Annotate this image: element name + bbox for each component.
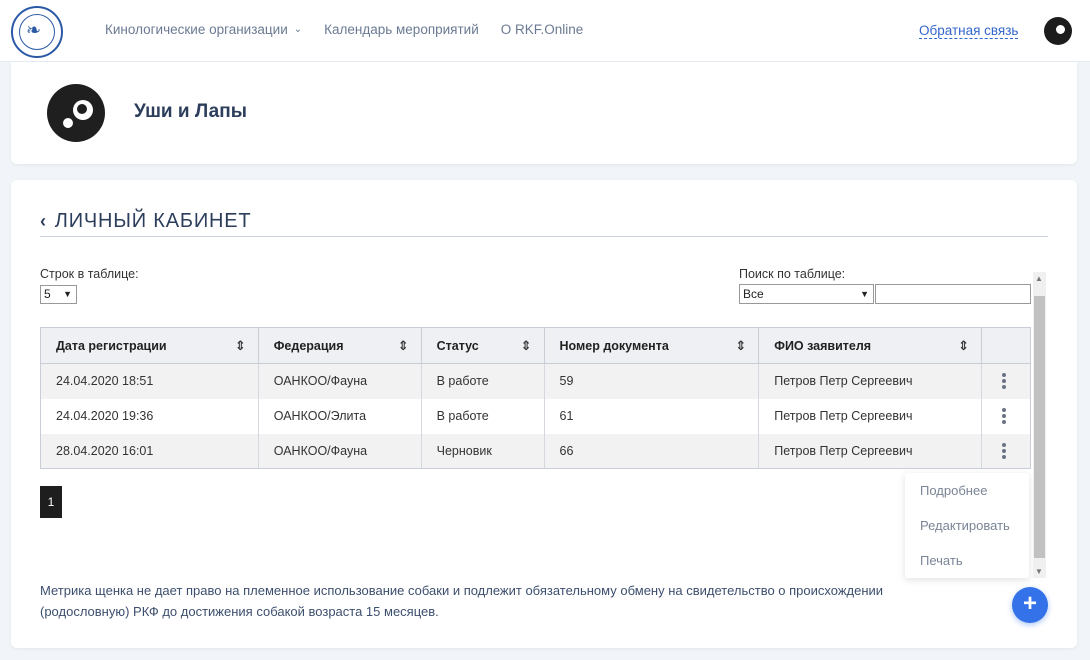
column-header-label: Номер документа: [559, 338, 669, 353]
cabinet-card: ‹ ЛИЧНЫЙ КАБИНЕТ Строк в таблице: 5 ▼ По…: [11, 180, 1077, 648]
column-header-federation[interactable]: Федерация ⇕: [257, 327, 422, 364]
menu-item-print[interactable]: Печать: [905, 543, 1029, 578]
cell-status: В работе: [420, 398, 545, 434]
column-header-actions: [981, 327, 1031, 364]
cell-document-number: 61: [543, 398, 759, 434]
table-search-input[interactable]: [875, 284, 1031, 304]
column-header-date[interactable]: Дата регистрации ⇕: [40, 327, 259, 364]
search-scope-select[interactable]: Все ▼: [739, 284, 874, 304]
kebab-icon[interactable]: [1002, 408, 1007, 424]
divider: [40, 236, 1048, 237]
profile-avatar: [47, 84, 105, 142]
cell-date: 24.04.2020 19:36: [40, 398, 259, 434]
nav-item-label: Календарь мероприятий: [324, 22, 479, 37]
scroll-down-arrow-icon[interactable]: ▼: [1035, 567, 1043, 576]
cell-applicant: Петров Петр Сергеевич: [758, 398, 982, 434]
row-context-menu: Подробнее Редактировать Печать: [905, 473, 1029, 578]
avatar-shape: [77, 104, 87, 114]
scroll-up-arrow-icon[interactable]: ▲: [1035, 274, 1043, 283]
cell-actions: [981, 433, 1031, 469]
cell-document-number: 66: [543, 433, 759, 469]
dropdown-arrow-icon: ▼: [63, 289, 72, 299]
scrollbar-thumb[interactable]: [1034, 296, 1045, 558]
cell-actions: [981, 363, 1031, 399]
user-avatar-icon[interactable]: [1044, 17, 1072, 45]
chevron-down-icon: ⌄: [293, 24, 303, 35]
profile-name: Уши и Лапы: [134, 101, 247, 122]
puppy-metric-note: Метрика щенка не дает право на племенное…: [40, 583, 884, 619]
table-row[interactable]: 24.04.2020 18:51 ОАНКОО/Фауна В работе 5…: [40, 363, 1031, 399]
cell-applicant: Петров Петр Сергеевич: [758, 433, 982, 469]
sort-icon[interactable]: ⇕: [958, 338, 969, 354]
profile-card: Уши и Лапы: [11, 62, 1077, 164]
cell-date: 24.04.2020 18:51: [40, 363, 259, 399]
logo-dog-icon: ❧: [26, 20, 42, 40]
nav-item-label: О RKF.Online: [500, 22, 584, 37]
rows-per-page-select[interactable]: 5 ▼: [40, 285, 77, 304]
top-navbar: ❧ Кинологические организации ⌄ Календарь…: [0, 0, 1090, 62]
table-row[interactable]: 28.04.2020 16:01 ОАНКОО/Фауна Черновик 6…: [40, 433, 1031, 469]
sort-icon[interactable]: ⇕: [398, 338, 409, 354]
menu-item-edit[interactable]: Редактировать: [905, 508, 1029, 543]
column-header-label: Дата регистрации: [56, 338, 167, 353]
table-search-label: Поиск по таблице:: [739, 267, 846, 281]
chevron-left-icon: ‹: [40, 211, 47, 231]
column-header-label: Статус: [436, 338, 479, 353]
cell-actions: [981, 398, 1031, 434]
cell-status: Черновик: [420, 433, 545, 469]
column-header-document-number[interactable]: Номер документа ⇕: [543, 327, 760, 364]
avatar-mark: [1056, 25, 1065, 34]
sort-icon[interactable]: ⇕: [735, 338, 746, 354]
dropdown-arrow-icon: ▼: [860, 289, 869, 299]
cell-date: 28.04.2020 16:01: [40, 433, 259, 469]
kebab-icon[interactable]: [1002, 373, 1007, 390]
sort-icon[interactable]: ⇕: [521, 338, 532, 354]
column-header-label: ФИО заявителя: [774, 338, 872, 353]
table-row[interactable]: 24.04.2020 19:36 ОАНКОО/Элита В работе 6…: [40, 398, 1031, 434]
nav-item-kennel-orgs[interactable]: Кинологические организации ⌄: [105, 22, 302, 37]
cell-federation: ОАНКОО/Фауна: [257, 433, 422, 469]
plus-icon[interactable]: +: [1012, 587, 1048, 623]
sort-icon[interactable]: ⇕: [235, 338, 246, 354]
column-header-applicant[interactable]: ФИО заявителя ⇕: [758, 327, 983, 364]
nav-item-about[interactable]: О RKF.Online: [501, 22, 584, 37]
column-header-label: Федерация: [273, 338, 344, 353]
feedback-link[interactable]: Обратная связь: [919, 23, 1019, 39]
table-scrollbar[interactable]: ▲ ▼: [1033, 272, 1046, 578]
avatar-shape: [63, 118, 73, 128]
section-title: ЛИЧНЫЙ КАБИНЕТ: [54, 210, 252, 232]
column-header-status[interactable]: Статус ⇕: [420, 327, 545, 364]
rows-per-page-value: 5: [44, 287, 51, 301]
cell-document-number: 59: [543, 363, 759, 399]
pagination-page-button[interactable]: 1: [40, 486, 62, 518]
cell-applicant: Петров Петр Сергеевич: [758, 363, 982, 399]
cell-status: В работе: [420, 363, 545, 399]
back-link[interactable]: ‹ ЛИЧНЫЙ КАБИНЕТ: [40, 210, 251, 233]
cell-federation: ОАНКОО/Фауна: [257, 363, 422, 399]
rows-per-page-label: Строк в таблице:: [40, 267, 139, 281]
kebab-icon[interactable]: [1002, 442, 1007, 459]
cell-federation: ОАНКОО/Элита: [257, 398, 422, 434]
nav-item-label: Кинологические организации: [105, 22, 288, 37]
menu-item-details[interactable]: Подробнее: [905, 473, 1029, 508]
main-nav: Кинологические организации ⌄ Календарь м…: [105, 22, 605, 37]
rkf-logo[interactable]: ❧: [11, 6, 63, 58]
nav-item-calendar[interactable]: Календарь мероприятий: [324, 22, 479, 37]
table-header-row: Дата регистрации ⇕ Федерация ⇕ Статус ⇕ Ном…: [40, 327, 1031, 364]
applications-table: Дата регистрации ⇕ Федерация ⇕ Статус ⇕ Ном…: [40, 327, 1031, 469]
search-scope-value: Все: [743, 287, 764, 301]
